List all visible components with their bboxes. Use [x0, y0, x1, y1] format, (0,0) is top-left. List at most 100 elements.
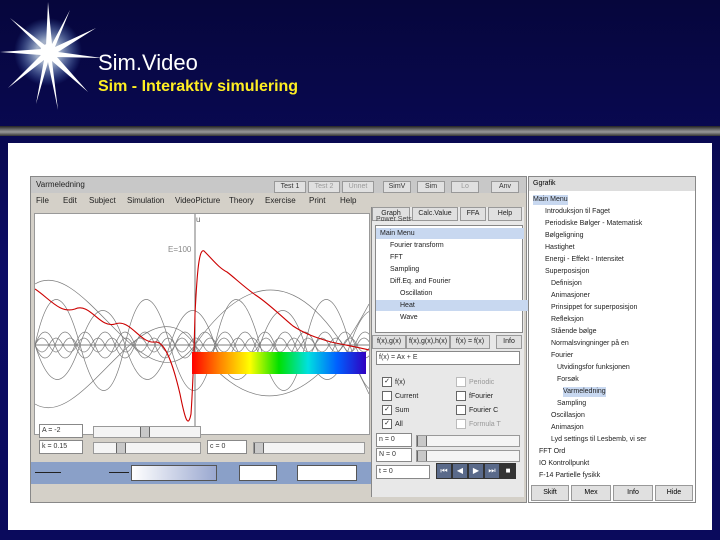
menu-file[interactable]: File — [36, 196, 49, 205]
checkbox-current[interactable]: Current — [382, 391, 418, 401]
checkbox-sum-box[interactable]: ✓ — [382, 405, 392, 415]
title-button-anv[interactable]: Anv — [491, 181, 519, 193]
param-c-field[interactable]: c = 0 — [207, 440, 247, 454]
nav-tree-item[interactable]: Utvidingsfor funksjonen — [557, 363, 630, 373]
nav-tree-item[interactable]: Introduksjon til Faget — [545, 207, 610, 217]
n-slider[interactable] — [416, 435, 520, 447]
nav-tree-item[interactable]: FFT Ord — [539, 447, 565, 457]
tree-item-heat[interactable]: Heat — [376, 300, 544, 311]
checkbox-fx[interactable]: ✓ f(x) — [382, 377, 405, 387]
tab-fx-fx[interactable]: f(x) = f(x) — [450, 335, 490, 349]
checkbox-all[interactable]: ✓ All — [382, 419, 403, 429]
n-slider-thumb[interactable] — [417, 436, 427, 446]
nav-tree-item[interactable]: Refleksjon — [551, 315, 584, 325]
nav-tree-item[interactable]: Superposisjon — [545, 267, 589, 277]
nav-tree-item[interactable]: Definisjon — [551, 279, 582, 289]
tree-item-main-menu[interactable]: Main Menu — [376, 228, 524, 239]
param-k-slider-thumb[interactable] — [116, 443, 126, 453]
param-k-slider[interactable] — [93, 442, 201, 454]
info-button[interactable]: Info — [613, 485, 653, 501]
tree-item-fft[interactable]: FFT — [376, 252, 534, 263]
nav-tree-item[interactable]: Animasjon — [551, 423, 584, 433]
nav-tree-item[interactable]: IO Kontrollpunkt — [539, 459, 589, 469]
menu-help[interactable]: Help — [340, 196, 356, 205]
formula-field[interactable]: f(x) = Ax + E — [376, 351, 520, 365]
checkbox-periodic[interactable]: Periodic — [456, 377, 494, 387]
menu-print[interactable]: Print — [309, 196, 325, 205]
tab-fx-gx[interactable]: f(x),g(x) — [372, 335, 406, 349]
skift-button[interactable]: Skift — [531, 485, 569, 501]
nav-tree-item[interactable]: Sampling — [557, 399, 586, 409]
nav-tree-item[interactable]: F-14 Partielle fysikk — [539, 471, 600, 481]
n2-slider[interactable] — [416, 450, 520, 462]
menu-simulation[interactable]: Simulation — [127, 196, 164, 205]
nav-tree-item[interactable]: Normalsvingninger på en — [551, 339, 629, 349]
checkbox-formula-t-box[interactable] — [456, 419, 466, 429]
checkbox-sum[interactable]: ✓ Sum — [382, 405, 409, 415]
param-a-field[interactable]: A = -2 — [39, 424, 83, 438]
tree-item-wave[interactable]: Wave — [376, 312, 544, 323]
checkbox-current-box[interactable] — [382, 391, 392, 401]
play-icon[interactable]: ▶ — [468, 463, 484, 479]
stop-icon[interactable]: ■ — [500, 463, 516, 479]
tab-info[interactable]: Info — [496, 335, 522, 349]
title-button-test2[interactable]: Test 2 — [308, 181, 340, 193]
title-button-test1[interactable]: Test 1 — [274, 181, 306, 193]
param-c-slider[interactable] — [253, 442, 365, 454]
speed-gradient[interactable] — [131, 465, 217, 481]
checkbox-fourier-c[interactable]: Fourier C — [456, 405, 498, 415]
title-button-unnet[interactable]: Unnet — [342, 181, 374, 193]
title-button-lo[interactable]: Lo — [451, 181, 479, 193]
tab-fx-gx-hx[interactable]: f(x),g(x),h(x) — [406, 335, 450, 349]
n2-slider-thumb[interactable] — [417, 451, 427, 461]
tree-item-fourier-transform[interactable]: Fourier transform — [376, 240, 534, 251]
nav-tree-item[interactable]: Bølgeligning — [545, 231, 584, 241]
checkbox-fourier-c-box[interactable] — [456, 405, 466, 415]
param-c-slider-thumb[interactable] — [254, 443, 264, 453]
n2-field[interactable]: N = 0 — [376, 448, 412, 462]
nav-tree-item[interactable]: Fourier — [551, 351, 573, 361]
checkbox-formula-t[interactable]: Formula T — [456, 419, 501, 429]
t-field[interactable]: t = 0 — [376, 465, 430, 479]
tree-item-diffeq[interactable]: Diff.Eq. and Fourier — [376, 276, 534, 287]
param-a-slider-thumb[interactable] — [140, 427, 150, 437]
nav-tree-item[interactable]: Hastighet — [545, 243, 575, 253]
param-k-field[interactable]: k = 0.15 — [39, 440, 83, 454]
nav-tree-item[interactable]: Varmeledning — [563, 387, 606, 397]
mex-button[interactable]: Mex — [571, 485, 611, 501]
param-a-slider[interactable] — [93, 426, 201, 438]
tree-item-oscillation[interactable]: Oscillation — [376, 288, 544, 299]
step-forward-icon[interactable]: ⏭ — [484, 463, 500, 479]
nav-tree-item[interactable]: Lyd settings til Lesbemb, vi ser — [551, 435, 646, 445]
simulation-plot[interactable] — [34, 213, 370, 435]
menu-videopicture[interactable]: VideoPicture — [175, 196, 220, 205]
nav-tree-item[interactable]: Energi - Effekt - Intensitet — [545, 255, 624, 265]
nav-tree-item[interactable]: Prinsippet for superposisjon — [551, 303, 637, 313]
nav-tree-item[interactable]: Main Menu — [533, 195, 568, 205]
value-input[interactable] — [239, 465, 277, 481]
nav-tree-item[interactable]: Stående bølge — [551, 327, 597, 337]
checkbox-ffourier-box[interactable] — [456, 391, 466, 401]
step-back-icon[interactable]: ◀ — [452, 463, 468, 479]
n-field[interactable]: n = 0 — [376, 433, 412, 447]
checkbox-ffourier[interactable]: fFourier — [456, 391, 493, 401]
nav-tree-item[interactable]: Animasjoner — [551, 291, 590, 301]
checkbox-all-box[interactable]: ✓ — [382, 419, 392, 429]
menu-subject[interactable]: Subject — [89, 196, 116, 205]
nav-tree-item[interactable]: Oscillasjon — [551, 411, 585, 421]
time-input[interactable] — [297, 465, 357, 481]
menu-theory[interactable]: Theory — [229, 196, 254, 205]
hide-button[interactable]: Hide — [655, 485, 693, 501]
title-button-sim[interactable]: Sim — [417, 181, 445, 193]
checkbox-ffourier-label: fFourier — [469, 392, 494, 400]
checkbox-periodic-box[interactable] — [456, 377, 466, 387]
nav-tree-item[interactable]: Forsøk — [557, 375, 579, 385]
tree-item-sampling[interactable]: Sampling — [376, 264, 534, 275]
rewind-icon[interactable]: ⏮ — [436, 463, 452, 479]
menu-edit[interactable]: Edit — [63, 196, 77, 205]
title-button-simv[interactable]: SimV — [383, 181, 411, 193]
course-navigation-panel: Ggrafik Main Menu Introduksjon til Faget P… — [528, 176, 696, 503]
nav-tree-item[interactable]: Periodiske Bølger - Matematisk — [545, 219, 642, 229]
checkbox-fx-box[interactable]: ✓ — [382, 377, 392, 387]
menu-exercise[interactable]: Exercise — [265, 196, 296, 205]
